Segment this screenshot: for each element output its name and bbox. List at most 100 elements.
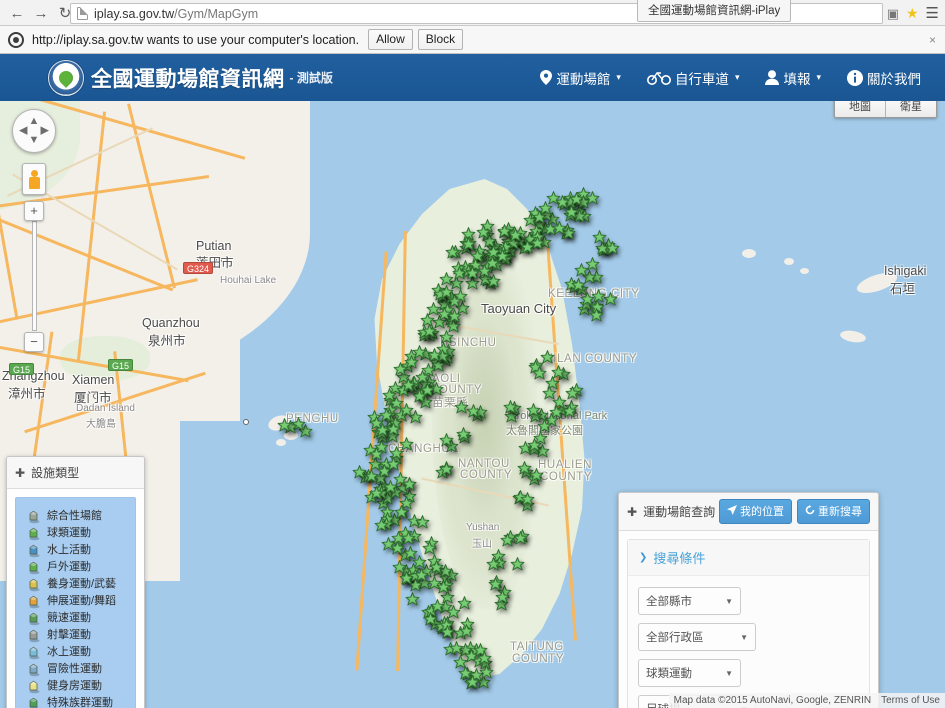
hamburger-menu-icon[interactable]: ☰ — [926, 4, 939, 22]
pan-down-icon[interactable]: ▼ — [29, 135, 40, 146]
sports-facility-marker[interactable] — [591, 230, 608, 247]
map-type-satellite[interactable]: 衛星 — [886, 101, 936, 117]
pan-left-icon[interactable]: ◀ — [19, 126, 27, 137]
move-cross-icon[interactable]: ✚ — [15, 467, 25, 479]
map-type-map[interactable]: 地圖 — [835, 101, 886, 117]
legend-item[interactable]: 伸展運動/舞蹈 — [26, 593, 129, 609]
zoom-slider-track[interactable] — [32, 221, 37, 331]
sports-facility-marker[interactable] — [373, 518, 390, 535]
star-icon[interactable]: ★ — [906, 5, 919, 22]
sports-facility-marker[interactable] — [385, 422, 402, 439]
research-button[interactable]: 重新搜尋 — [797, 499, 870, 524]
sports-facility-marker[interactable] — [550, 365, 567, 382]
zoom-slider[interactable]: + − — [24, 201, 44, 351]
legend-item[interactable]: 健身房運動 — [26, 678, 129, 694]
legend-item[interactable]: 球類運動 — [26, 525, 129, 541]
sports-facility-marker[interactable] — [438, 433, 455, 450]
street-view-pegman[interactable] — [22, 163, 46, 195]
sports-facility-marker[interactable] — [573, 263, 590, 280]
legend-item[interactable]: 冰上運動 — [26, 644, 129, 660]
sports-facility-marker[interactable] — [439, 625, 456, 642]
legend-item[interactable]: 戶外運動 — [26, 559, 129, 575]
sports-facility-marker[interactable] — [478, 665, 495, 682]
criteria-section-header[interactable]: ❯ 搜尋條件 — [628, 540, 869, 576]
sports-facility-marker[interactable] — [435, 580, 452, 597]
sports-facility-marker[interactable] — [519, 492, 536, 509]
legend-item[interactable]: 射擊運動 — [26, 627, 129, 643]
sports-facility-marker[interactable] — [455, 427, 472, 444]
legend-item[interactable]: 養身運動/武藝 — [26, 576, 129, 592]
district-select[interactable]: 全部行政區 ▼ — [638, 623, 756, 651]
sports-facility-marker[interactable] — [537, 201, 554, 218]
allow-button[interactable]: Allow — [368, 29, 413, 50]
sports-facility-marker[interactable] — [531, 366, 548, 383]
forward-button[interactable]: → — [30, 3, 52, 23]
pan-up-icon[interactable]: ▲ — [29, 116, 40, 127]
map-canvas[interactable]: Putian莲田市Houhai LakeQuanzhou泉州市Zhangzhou… — [0, 101, 945, 708]
sports-facility-marker[interactable] — [494, 590, 511, 607]
sports-facility-marker[interactable] — [512, 531, 529, 548]
brand[interactable]: 全國運動場館資訊網 - 測試版 — [48, 60, 333, 96]
map-label: COUNTY — [512, 653, 564, 665]
legend-panel[interactable]: ✚ 設施類型 綜合性場館球類運動水上活動戶外運動養身運動/武藝伸展運動/舞蹈競速… — [6, 456, 145, 708]
category-select[interactable]: 球類運動 ▼ — [638, 659, 741, 687]
sports-facility-marker[interactable] — [414, 515, 431, 532]
sports-facility-marker[interactable] — [400, 378, 417, 395]
cast-icon[interactable]: ▣ — [887, 7, 899, 20]
nav-item-venues[interactable]: 運動場館 ▾ — [538, 64, 623, 92]
back-button[interactable]: ← — [6, 3, 28, 23]
sports-facility-marker[interactable] — [438, 462, 455, 479]
sports-facility-marker[interactable] — [398, 403, 415, 420]
legend-item[interactable]: 競速運動 — [26, 610, 129, 626]
sports-facility-marker[interactable] — [465, 404, 482, 421]
legend-item[interactable]: 特殊族群運動 — [26, 695, 129, 708]
sports-facility-marker[interactable] — [444, 245, 461, 262]
sports-facility-marker[interactable] — [438, 285, 455, 302]
legend-item[interactable]: 綜合性場館 — [26, 508, 129, 524]
sports-facility-marker[interactable] — [464, 266, 481, 283]
sports-facility-marker[interactable] — [446, 309, 463, 326]
sports-facility-marker[interactable] — [398, 571, 415, 588]
sports-facility-marker[interactable] — [502, 400, 519, 417]
sports-facility-marker[interactable] — [528, 468, 545, 485]
pan-right-icon[interactable]: ▶ — [41, 126, 49, 137]
nav-item-bikeways[interactable]: 自行車道 ▾ — [645, 64, 742, 92]
sports-facility-marker[interactable] — [525, 403, 542, 420]
map-type-control[interactable]: 地圖 衛星 — [834, 101, 937, 118]
chevron-down-icon: ▾ — [616, 72, 621, 83]
sports-facility-marker[interactable] — [564, 386, 581, 403]
legend-item[interactable]: 水上活動 — [26, 542, 129, 558]
close-infobar-icon[interactable]: × — [929, 33, 936, 47]
move-cross-icon[interactable]: ✚ — [627, 506, 637, 518]
sports-facility-marker[interactable] — [584, 191, 601, 208]
legend-header[interactable]: ✚ 設施類型 — [7, 457, 144, 489]
search-panel[interactable]: ✚ 運動場館查詢 我的位置 重新搜尋 — [618, 492, 879, 708]
sports-facility-marker[interactable] — [422, 612, 439, 629]
sports-facility-marker[interactable] — [368, 486, 385, 503]
block-button[interactable]: Block — [418, 29, 463, 50]
sports-facility-marker[interactable] — [588, 308, 605, 325]
pan-control[interactable]: ▲ ▼ ◀ ▶ — [12, 109, 56, 153]
sports-facility-marker[interactable] — [519, 240, 536, 257]
legend-item[interactable]: 冒險性運動 — [26, 661, 129, 677]
sports-facility-marker[interactable] — [398, 437, 415, 454]
sports-facility-marker[interactable] — [421, 324, 438, 341]
sports-facility-marker[interactable] — [509, 557, 526, 574]
sports-facility-marker[interactable] — [351, 465, 368, 482]
sports-facility-marker[interactable] — [563, 205, 580, 222]
terms-of-use-link[interactable]: Terms of Use — [881, 695, 940, 706]
nav-item-report[interactable]: 填報 ▾ — [763, 64, 823, 92]
search-panel-header[interactable]: ✚ 運動場館查詢 我的位置 重新搜尋 — [619, 493, 878, 531]
sports-facility-marker[interactable] — [485, 557, 502, 574]
zoom-in-button[interactable]: + — [24, 201, 44, 221]
map-pin-icon — [540, 70, 552, 85]
sports-facility-marker[interactable] — [458, 624, 475, 641]
sports-facility-marker[interactable] — [389, 541, 406, 558]
my-location-button[interactable]: 我的位置 — [719, 499, 792, 524]
zoom-out-button[interactable]: − — [24, 332, 44, 352]
sports-facility-marker[interactable] — [526, 438, 543, 455]
sports-facility-marker[interactable] — [428, 560, 445, 577]
county-select[interactable]: 全部縣市 ▼ — [638, 587, 741, 615]
sports-facility-marker[interactable] — [276, 418, 293, 435]
nav-item-about[interactable]: 關於我們 — [845, 64, 923, 92]
